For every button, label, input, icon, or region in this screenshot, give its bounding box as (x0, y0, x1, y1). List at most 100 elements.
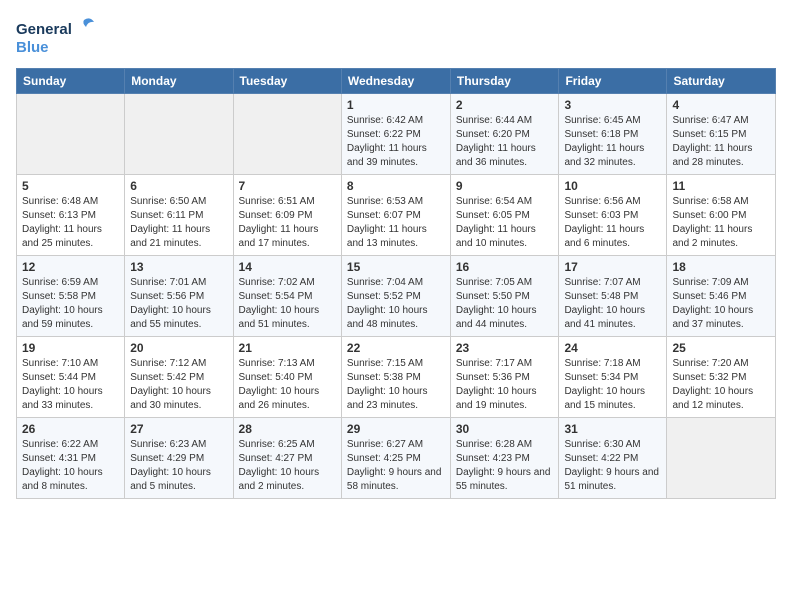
calendar-cell: 29Sunrise: 6:27 AMSunset: 4:25 PMDayligh… (341, 418, 450, 499)
calendar-cell: 31 Sunrise: 6:30 AMSunset: 4:22 PMDayligh… (559, 418, 667, 499)
calendar-week-4: 19 Sunrise: 7:10 AMSunset: 5:44 PMDayligh… (17, 337, 776, 418)
cell-content: Sunrise: 6:25 AMSunset: 4:27 PMDaylight:… (239, 438, 336, 494)
day-number: 11 (672, 179, 770, 193)
cell-content: Sunrise: 7:12 AMSunset: 5:42 PMDaylight:… (130, 357, 227, 413)
calendar-cell (17, 94, 125, 175)
day-number: 10 (564, 179, 661, 193)
calendar-cell: 25 Sunrise: 7:20 AMSunset: 5:32 PMDayligh… (667, 337, 776, 418)
calendar-cell: 23 Sunrise: 7:17 AMSunset: 5:36 PMDayligh… (450, 337, 559, 418)
day-number: 28 (239, 422, 336, 436)
calendar-week-3: 12Sunrise: 6:59 AMSunset: 5:58 PMDayligh… (17, 256, 776, 337)
cell-content: Sunrise: 6:27 AMSunset: 4:25 PMDaylight:… (347, 438, 445, 494)
day-number: 8 (347, 179, 445, 193)
page-header: General Blue (16, 16, 776, 60)
day-header-saturday: Saturday (667, 69, 776, 94)
day-number: 23 (456, 341, 554, 355)
cell-content: Sunrise: 7:07 AMSunset: 5:48 PMDaylight:… (564, 276, 661, 332)
calendar-table: SundayMondayTuesdayWednesdayThursdayFrid… (16, 68, 776, 499)
calendar-week-2: 5 Sunrise: 6:48 AMSunset: 6:13 PMDaylight… (17, 175, 776, 256)
calendar-cell: 19 Sunrise: 7:10 AMSunset: 5:44 PMDayligh… (17, 337, 125, 418)
calendar-cell: 15Sunrise: 7:04 AMSunset: 5:52 PMDayligh… (341, 256, 450, 337)
logo: General Blue (16, 16, 96, 60)
calendar-cell: 28 Sunrise: 6:25 AMSunset: 4:27 PMDayligh… (233, 418, 341, 499)
cell-content: Sunrise: 6:22 AMSunset: 4:31 PMDaylight:… (22, 438, 119, 494)
cell-content: Sunrise: 6:50 AMSunset: 6:11 PMDaylight:… (130, 195, 227, 251)
day-number: 18 (672, 260, 770, 274)
calendar-cell (233, 94, 341, 175)
day-number: 21 (239, 341, 336, 355)
cell-content: Sunrise: 7:17 AMSunset: 5:36 PMDaylight:… (456, 357, 554, 413)
day-number: 2 (456, 98, 554, 112)
day-number: 31 (564, 422, 661, 436)
svg-text:Blue: Blue (16, 39, 49, 56)
calendar-cell: 30Sunrise: 6:28 AMSunset: 4:23 PMDayligh… (450, 418, 559, 499)
cell-content: Sunrise: 7:09 AMSunset: 5:46 PMDaylight:… (672, 276, 770, 332)
cell-content: Sunrise: 7:02 AMSunset: 5:54 PMDaylight:… (239, 276, 336, 332)
day-number: 14 (239, 260, 336, 274)
cell-content: Sunrise: 7:15 AMSunset: 5:38 PMDaylight:… (347, 357, 445, 413)
calendar-cell (667, 418, 776, 499)
cell-content: Sunrise: 6:58 AMSunset: 6:00 PMDaylight:… (672, 195, 770, 251)
calendar-cell: 14 Sunrise: 7:02 AMSunset: 5:54 PMDayligh… (233, 256, 341, 337)
day-header-wednesday: Wednesday (341, 69, 450, 94)
calendar-cell: 20 Sunrise: 7:12 AMSunset: 5:42 PMDayligh… (125, 337, 233, 418)
cell-content: Sunrise: 7:01 AMSunset: 5:56 PMDaylight:… (130, 276, 227, 332)
cell-content: Sunrise: 7:20 AMSunset: 5:32 PMDaylight:… (672, 357, 770, 413)
day-number: 7 (239, 179, 336, 193)
day-number: 20 (130, 341, 227, 355)
calendar-week-5: 26 Sunrise: 6:22 AMSunset: 4:31 PMDayligh… (17, 418, 776, 499)
day-number: 1 (347, 98, 445, 112)
day-number: 9 (456, 179, 554, 193)
day-number: 15 (347, 260, 445, 274)
svg-text:General: General (16, 21, 72, 38)
calendar-cell (125, 94, 233, 175)
cell-content: Sunrise: 6:44 AMSunset: 6:20 PMDaylight:… (456, 114, 554, 170)
calendar-cell: 5 Sunrise: 6:48 AMSunset: 6:13 PMDaylight… (17, 175, 125, 256)
cell-content: Sunrise: 6:54 AMSunset: 6:05 PMDaylight:… (456, 195, 554, 251)
calendar-cell: 16 Sunrise: 7:05 AMSunset: 5:50 PMDayligh… (450, 256, 559, 337)
calendar-cell: 6 Sunrise: 6:50 AMSunset: 6:11 PMDaylight… (125, 175, 233, 256)
calendar-week-1: 1Sunrise: 6:42 AMSunset: 6:22 PMDaylight… (17, 94, 776, 175)
calendar-cell: 26 Sunrise: 6:22 AMSunset: 4:31 PMDayligh… (17, 418, 125, 499)
calendar-cell: 7 Sunrise: 6:51 AMSunset: 6:09 PMDaylight… (233, 175, 341, 256)
cell-content: Sunrise: 6:51 AMSunset: 6:09 PMDaylight:… (239, 195, 336, 251)
day-header-monday: Monday (125, 69, 233, 94)
day-header-thursday: Thursday (450, 69, 559, 94)
cell-content: Sunrise: 6:45 AMSunset: 6:18 PMDaylight:… (564, 114, 661, 170)
logo-svg: General Blue (16, 16, 96, 60)
day-number: 30 (456, 422, 554, 436)
day-number: 5 (22, 179, 119, 193)
cell-content: Sunrise: 6:23 AMSunset: 4:29 PMDaylight:… (130, 438, 227, 494)
cell-content: Sunrise: 6:56 AMSunset: 6:03 PMDaylight:… (564, 195, 661, 251)
calendar-cell: 24Sunrise: 7:18 AMSunset: 5:34 PMDayligh… (559, 337, 667, 418)
calendar-cell: 27 Sunrise: 6:23 AMSunset: 4:29 PMDayligh… (125, 418, 233, 499)
day-number: 17 (564, 260, 661, 274)
calendar-cell: 3Sunrise: 6:45 AMSunset: 6:18 PMDaylight… (559, 94, 667, 175)
calendar-cell: 17 Sunrise: 7:07 AMSunset: 5:48 PMDayligh… (559, 256, 667, 337)
day-number: 24 (564, 341, 661, 355)
calendar-cell: 4Sunrise: 6:47 AMSunset: 6:15 PMDaylight… (667, 94, 776, 175)
day-number: 25 (672, 341, 770, 355)
calendar-cell: 11 Sunrise: 6:58 AMSunset: 6:00 PMDayligh… (667, 175, 776, 256)
day-header-friday: Friday (559, 69, 667, 94)
day-number: 16 (456, 260, 554, 274)
calendar-cell: 13 Sunrise: 7:01 AMSunset: 5:56 PMDayligh… (125, 256, 233, 337)
day-number: 27 (130, 422, 227, 436)
calendar-cell: 9 Sunrise: 6:54 AMSunset: 6:05 PMDaylight… (450, 175, 559, 256)
calendar-cell: 1Sunrise: 6:42 AMSunset: 6:22 PMDaylight… (341, 94, 450, 175)
cell-content: Sunrise: 7:05 AMSunset: 5:50 PMDaylight:… (456, 276, 554, 332)
day-header-sunday: Sunday (17, 69, 125, 94)
calendar-cell: 18 Sunrise: 7:09 AMSunset: 5:46 PMDayligh… (667, 256, 776, 337)
day-number: 19 (22, 341, 119, 355)
cell-content: Sunrise: 6:47 AMSunset: 6:15 PMDaylight:… (672, 114, 770, 170)
day-number: 26 (22, 422, 119, 436)
cell-content: Sunrise: 7:10 AMSunset: 5:44 PMDaylight:… (22, 357, 119, 413)
day-number: 22 (347, 341, 445, 355)
cell-content: Sunrise: 6:30 AMSunset: 4:22 PMDaylight:… (564, 438, 661, 494)
cell-content: Sunrise: 6:48 AMSunset: 6:13 PMDaylight:… (22, 195, 119, 251)
day-number: 13 (130, 260, 227, 274)
day-number: 6 (130, 179, 227, 193)
calendar-cell: 8Sunrise: 6:53 AMSunset: 6:07 PMDaylight… (341, 175, 450, 256)
day-number: 12 (22, 260, 119, 274)
calendar-cell: 22 Sunrise: 7:15 AMSunset: 5:38 PMDayligh… (341, 337, 450, 418)
